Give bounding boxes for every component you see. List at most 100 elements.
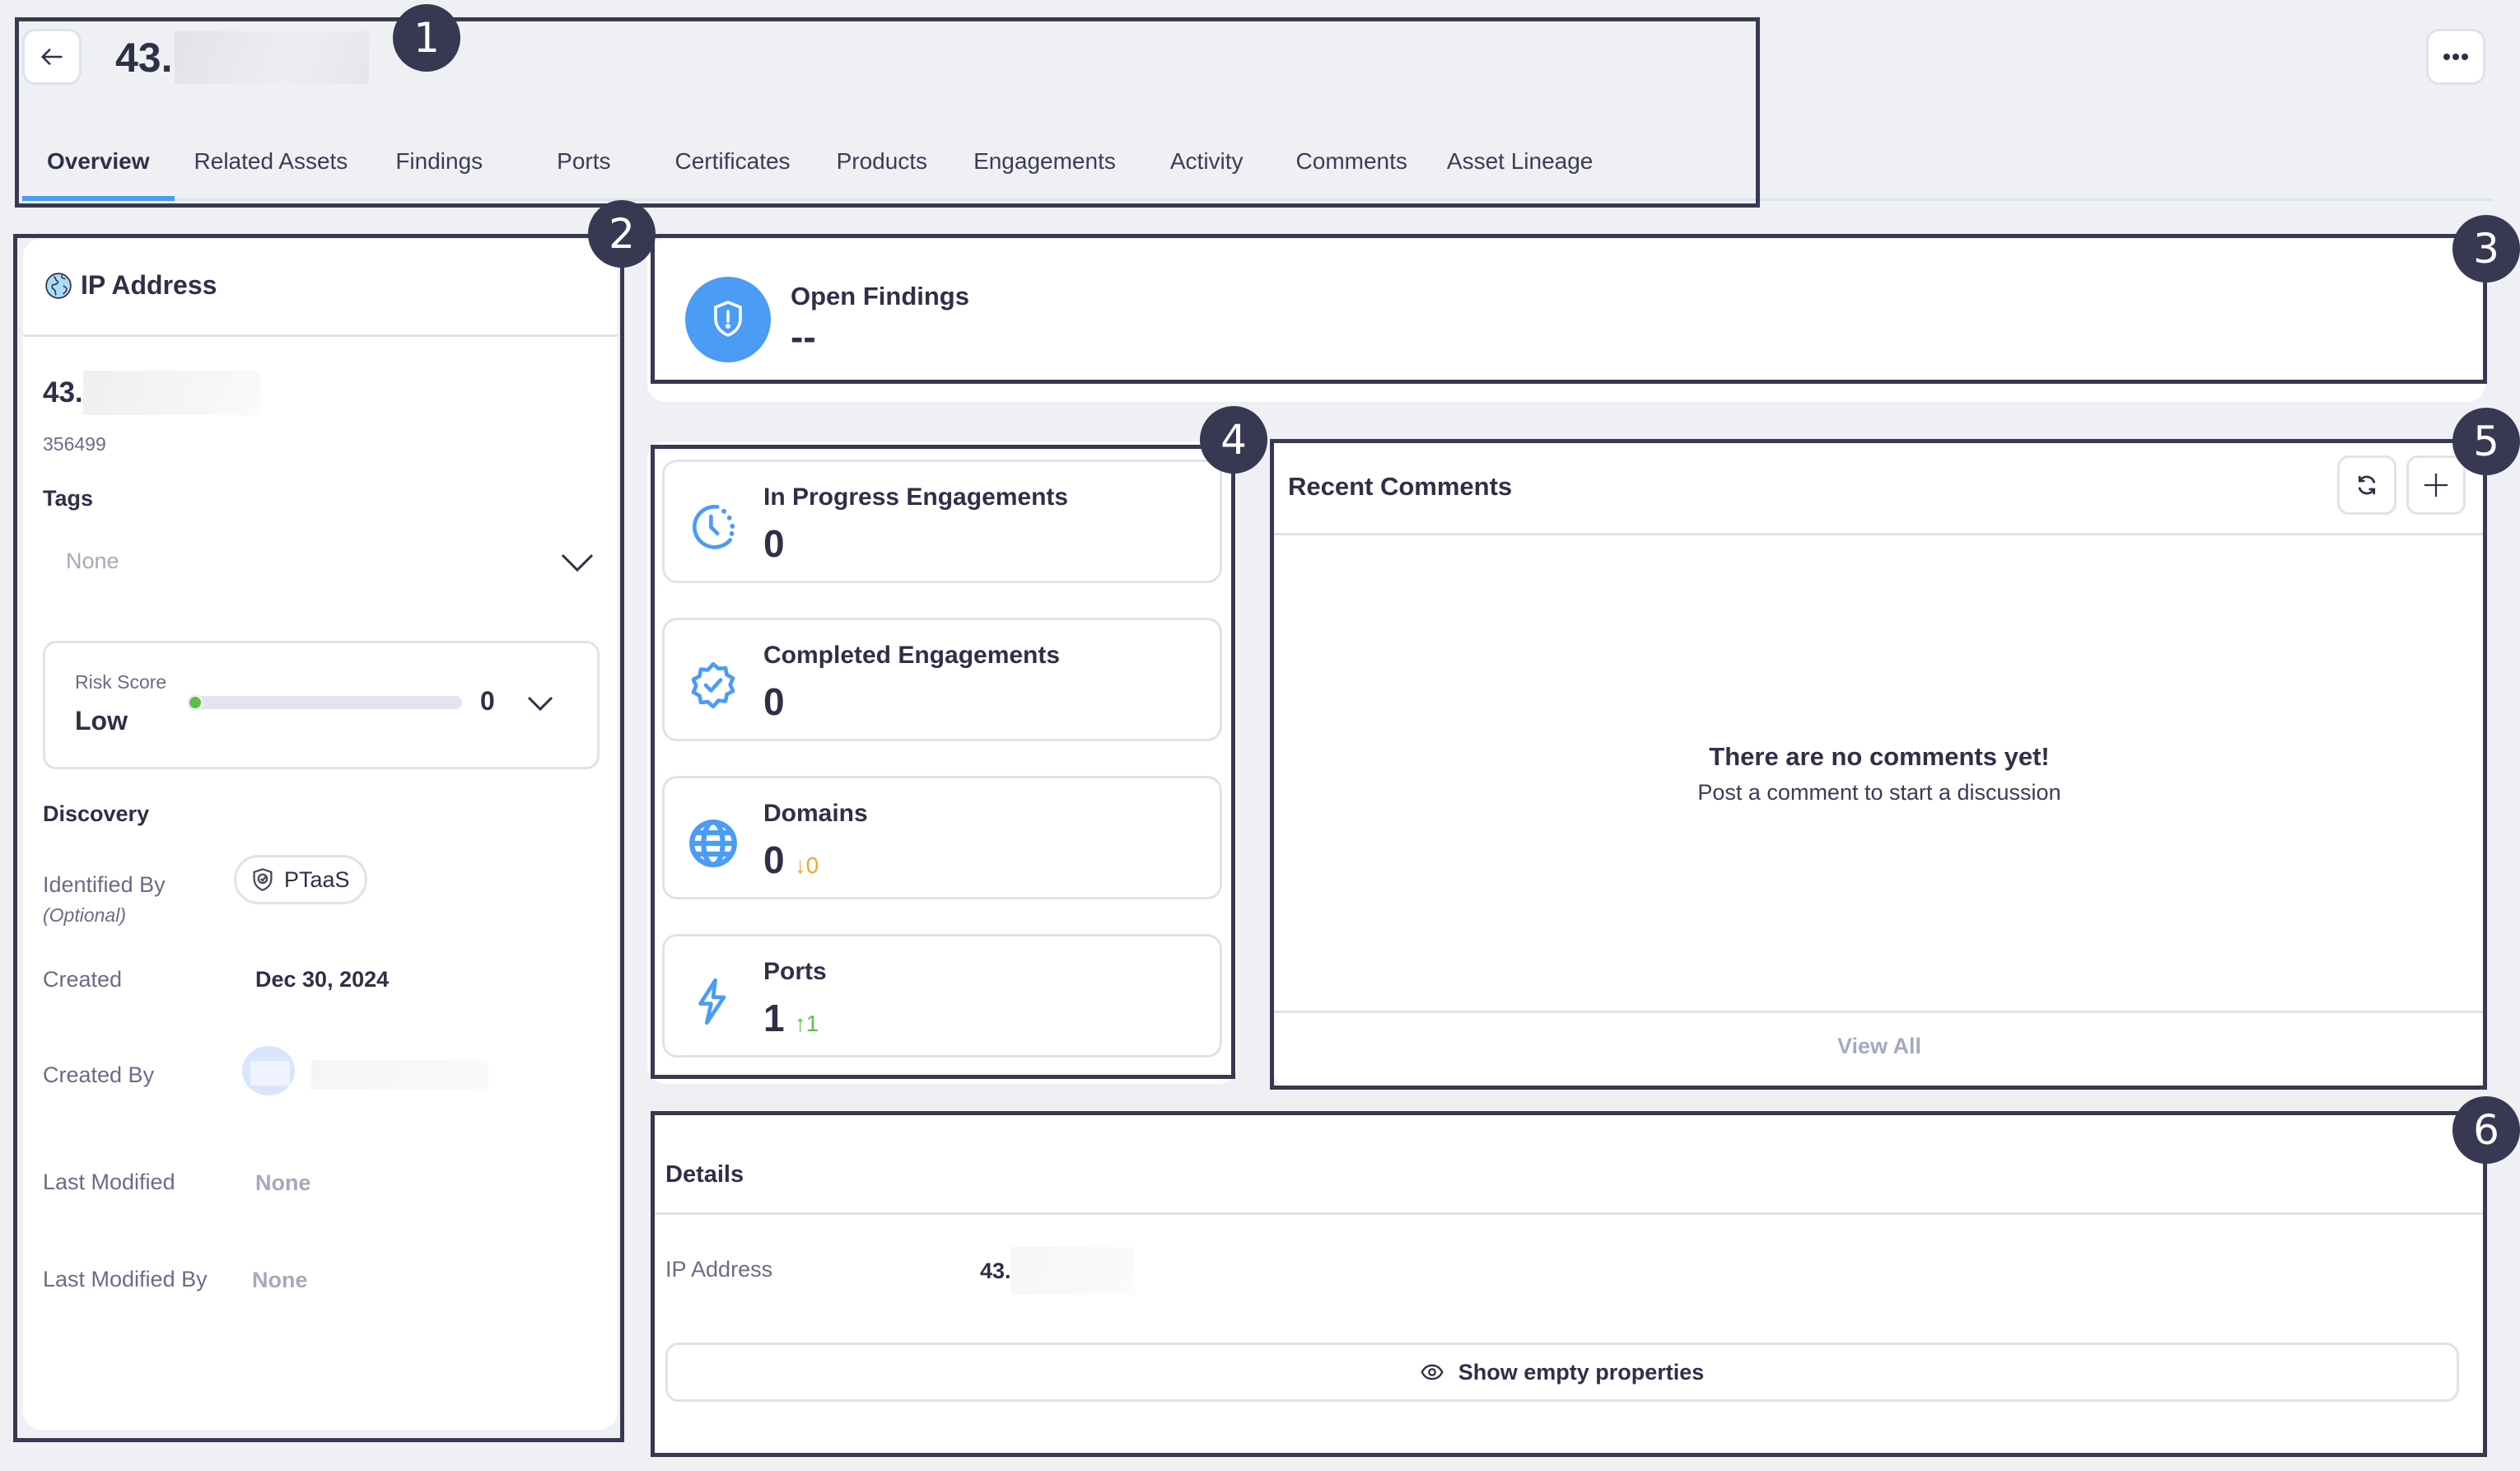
stat-card-domains[interactable]: Domains 0 ↓0: [662, 776, 1222, 899]
avatar-redaction: [250, 1061, 290, 1086]
identified-by-chip[interactable]: PTaaS: [234, 855, 367, 904]
tab-overview[interactable]: Overview: [22, 140, 174, 201]
last-modified-value: None: [255, 1170, 311, 1195]
stat-title: Domains: [763, 800, 868, 827]
stat-card-completed-engagements[interactable]: Completed Engagements 0: [662, 618, 1222, 741]
tab-label: Products: [836, 148, 928, 174]
open-findings-icon-circle: [685, 277, 771, 362]
asset-type-label: IP Address: [81, 270, 217, 300]
tab-bar: Overview Related Assets Findings Ports C…: [22, 140, 1593, 201]
stats-panel: In Progress Engagements 0 Completed Enga…: [647, 441, 1237, 1084]
asset-ip-prefix: 43.: [43, 376, 83, 409]
globe-icon: [45, 272, 72, 299]
back-button[interactable]: [22, 29, 82, 85]
identified-by-label: Identified By: [43, 872, 166, 897]
tab-label: Findings: [395, 148, 483, 174]
redacted-ip: [1010, 1247, 1135, 1295]
stat-card-ports[interactable]: Ports 1 ↑1: [662, 934, 1222, 1058]
details-row-value: 43.: [980, 1247, 1135, 1295]
annotation-badge-2: 2: [588, 200, 656, 268]
redacted-ip: [82, 371, 260, 415]
tab-label: Related Assets: [194, 148, 348, 174]
more-actions-button[interactable]: [2426, 29, 2485, 85]
details-header-divider: [652, 1212, 2485, 1215]
tab-findings[interactable]: Findings: [395, 140, 483, 201]
tab-ports[interactable]: Ports: [557, 140, 610, 201]
more-horizontal-icon: [2443, 54, 2468, 60]
recent-comments-title: Recent Comments: [1288, 472, 1513, 501]
stat-value: 0: [763, 679, 785, 724]
stat-value-number: 0: [763, 838, 785, 881]
tab-label: Ports: [557, 148, 611, 174]
tags-select-value: None: [66, 549, 119, 573]
asset-id: 356499: [43, 433, 106, 455]
stat-value-number: 0: [763, 680, 785, 723]
stat-value: 0: [763, 521, 785, 566]
details-ip-prefix: 43.: [980, 1258, 1011, 1283]
comments-header-divider: [1273, 533, 2485, 535]
details-row-label: IP Address: [665, 1257, 773, 1282]
tab-label: Engagements: [973, 148, 1116, 174]
eye-icon: [1421, 1364, 1444, 1380]
badge-check-icon: [691, 661, 735, 709]
created-label: Created: [43, 967, 123, 992]
chevron-down-icon[interactable]: [526, 694, 554, 712]
tab-label: Overview: [47, 148, 150, 174]
lightning-icon: [698, 978, 726, 1025]
tags-select[interactable]: None: [43, 537, 603, 595]
comments-empty-subtitle: Post a comment to start a discussion: [1697, 780, 2061, 805]
risk-score-value: 0: [480, 686, 495, 716]
page-title: 43.: [115, 31, 369, 84]
risk-level: Low: [75, 706, 128, 736]
risk-score-bar: [187, 694, 462, 711]
add-comment-button[interactable]: [2406, 455, 2466, 515]
comments-empty-title: There are no comments yet!: [1709, 742, 2050, 771]
risk-score-label: Risk Score: [75, 671, 167, 693]
annotation-badge-4: 4: [1200, 406, 1267, 474]
refresh-comments-button[interactable]: [2337, 455, 2396, 515]
tab-comments[interactable]: Comments: [1296, 140, 1407, 201]
last-modified-by-value: None: [252, 1268, 308, 1292]
created-by-name-redacted: [311, 1060, 488, 1090]
details-title: Details: [665, 1161, 744, 1188]
comments-footer-divider: [1273, 1011, 2485, 1013]
tab-activity[interactable]: Activity: [1170, 140, 1244, 201]
created-by-avatar: [242, 1046, 295, 1095]
asset-type-header: IP Address: [44, 270, 217, 301]
tab-related-assets[interactable]: Related Assets: [194, 140, 348, 201]
open-findings-card[interactable]: Open Findings --: [647, 239, 2485, 402]
page-title-text: 43.: [115, 35, 173, 81]
open-findings-label: Open Findings: [791, 282, 969, 311]
stat-delta-up: ↑1: [794, 1011, 819, 1036]
clock-progress-icon: [692, 504, 735, 549]
chevron-down-icon: [561, 553, 594, 572]
stat-value: 0 ↓0: [763, 838, 819, 882]
stat-title: In Progress Engagements: [763, 483, 1069, 511]
risk-score-box[interactable]: Risk Score Low 0: [43, 641, 600, 769]
globe-grid-icon: [689, 820, 737, 867]
tags-label: Tags: [43, 486, 94, 511]
show-empty-properties-button[interactable]: Show empty properties: [665, 1343, 2459, 1402]
asset-ip: 43.: [43, 371, 260, 415]
tab-certificates[interactable]: Certificates: [675, 140, 791, 201]
refresh-icon: [2358, 475, 2376, 495]
tab-label: Certificates: [674, 148, 791, 174]
tab-asset-lineage[interactable]: Asset Lineage: [1447, 140, 1593, 201]
shield-check-icon: [253, 868, 273, 891]
identified-by-optional: (Optional): [43, 904, 126, 926]
stat-card-in-progress-engagements[interactable]: In Progress Engagements 0: [662, 460, 1222, 583]
open-findings-value: --: [791, 315, 816, 358]
last-modified-by-label: Last Modified By: [43, 1267, 208, 1291]
arrow-left-icon: [41, 49, 63, 65]
stat-delta-down: ↓0: [794, 852, 819, 878]
annotation-badge-5: 5: [2452, 408, 2520, 475]
tab-label: Activity: [1169, 148, 1244, 174]
tab-products[interactable]: Products: [837, 140, 928, 201]
tab-label: Comments: [1295, 148, 1407, 174]
shield-alert-icon: [714, 301, 742, 337]
tab-engagements[interactable]: Engagements: [973, 140, 1116, 201]
view-all-comments-link[interactable]: View All: [1273, 1034, 2485, 1059]
last-modified-label: Last Modified: [43, 1170, 175, 1194]
details-card: Details IP Address 43. Show empty proper…: [652, 1115, 2485, 1455]
recent-comments-card: Recent Comments There are no comments ye…: [1273, 442, 2485, 1088]
